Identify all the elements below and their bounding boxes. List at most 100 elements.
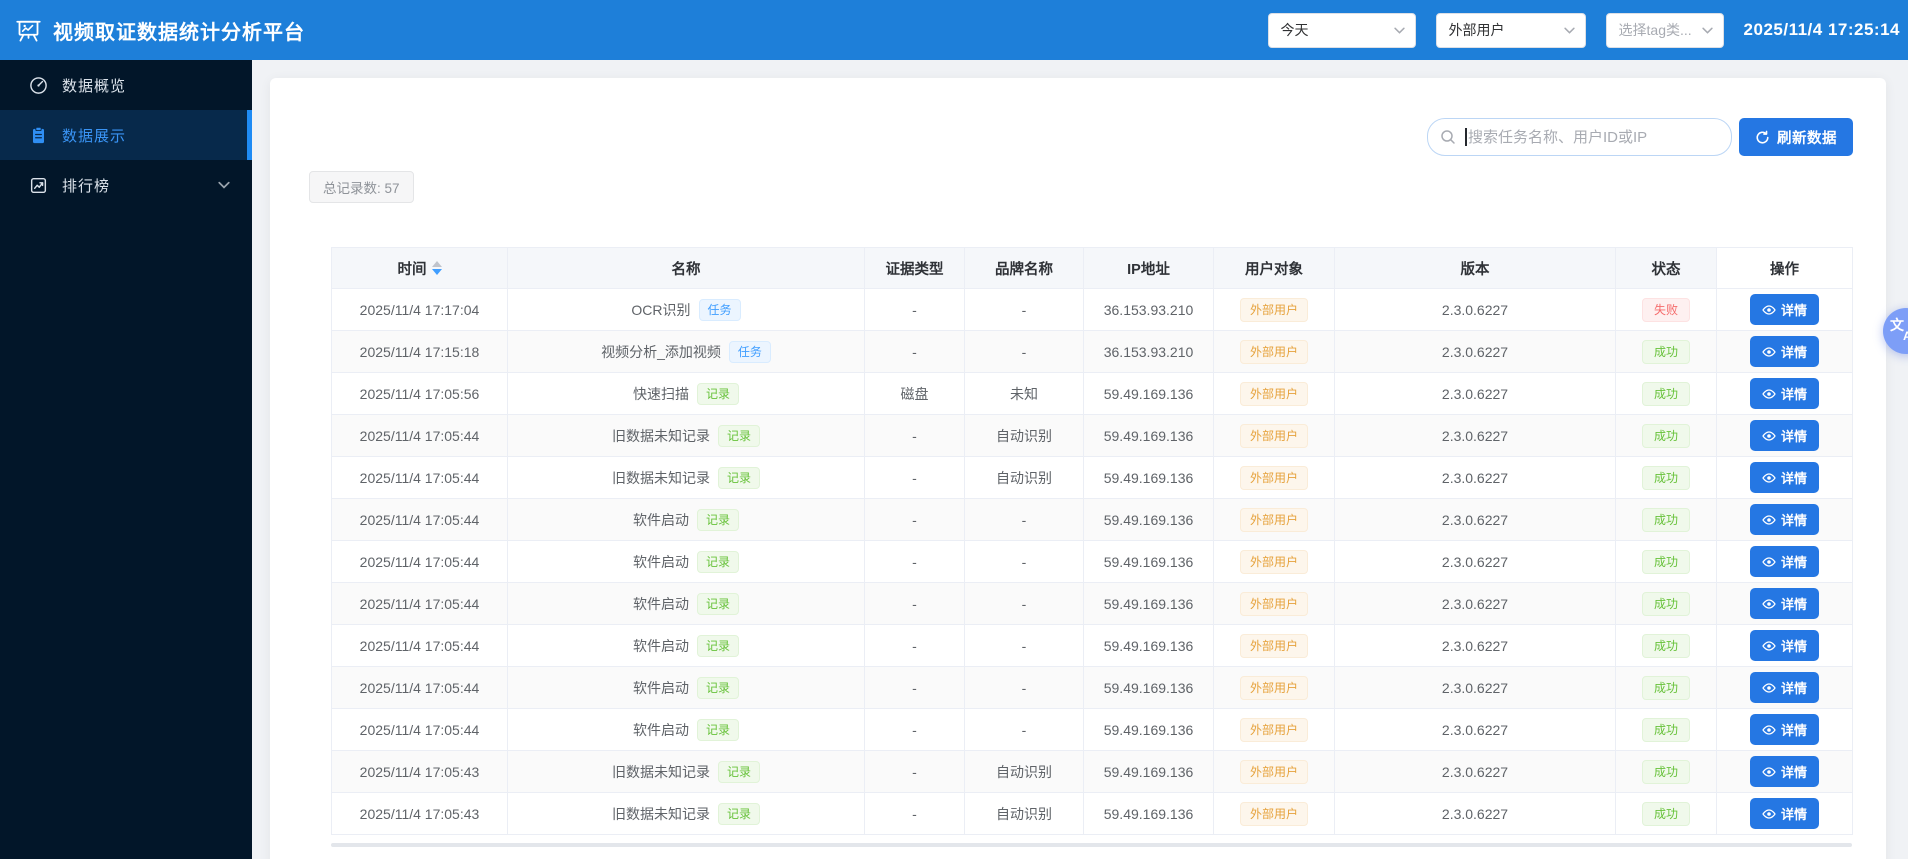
status-badge: 成功 <box>1641 381 1690 406</box>
tag-category-select[interactable]: 选择tag类... <box>1605 12 1724 48</box>
status-cell: 成功 <box>1615 582 1717 625</box>
user-type-tag: 外部用户 <box>1239 675 1308 700</box>
detail-button[interactable]: 详情 <box>1749 504 1819 535</box>
detail-button[interactable]: 详情 <box>1749 588 1819 619</box>
table-row: 2025/11/4 17:17:04 OCR识别 任务 - - 36.153.9… <box>331 288 1853 331</box>
eye-icon <box>1762 807 1776 821</box>
sort-carets-icon[interactable] <box>431 261 442 275</box>
detail-button[interactable]: 详情 <box>1749 798 1819 829</box>
horizontal-scrollbar[interactable] <box>331 843 1852 847</box>
time-cell: 2025/11/4 17:05:44 <box>331 666 508 709</box>
status-badge: 成功 <box>1641 465 1690 490</box>
record-name: 软件启动 <box>632 679 689 696</box>
time-cell: 2025/11/4 17:05:44 <box>331 708 508 751</box>
status-cell: 成功 <box>1615 330 1717 373</box>
time-cell: 2025/11/4 17:05:43 <box>331 750 508 793</box>
eye-icon <box>1762 681 1776 695</box>
status-cell: 成功 <box>1615 708 1717 751</box>
record-name: 软件启动 <box>632 637 689 654</box>
column-header-time[interactable]: 时间 <box>331 247 508 289</box>
action-cell: 详情 <box>1716 624 1853 667</box>
name-cell: 旧数据未知记录 记录 <box>507 414 865 457</box>
status-badge: 成功 <box>1641 507 1690 532</box>
status-badge: 成功 <box>1641 423 1690 448</box>
action-cell: 详情 <box>1716 414 1853 457</box>
record-type-tag: 记录 <box>696 676 739 699</box>
date-range-select[interactable]: 今天 <box>1267 12 1416 48</box>
action-cell: 详情 <box>1716 540 1853 583</box>
user-cell: 外部用户 <box>1213 498 1335 541</box>
record-name: 软件启动 <box>632 553 689 570</box>
name-cell: 软件启动 记录 <box>507 666 865 709</box>
evidence-type-cell: - <box>864 624 965 667</box>
magnifier-icon <box>1440 129 1456 145</box>
sidebar-item-data-overview[interactable]: 数据概览 <box>0 60 252 110</box>
refresh-button-label: 刷新数据 <box>1777 130 1837 147</box>
user-cell: 外部用户 <box>1213 330 1335 373</box>
column-header-status: 状态 <box>1615 247 1717 289</box>
user-type-tag: 外部用户 <box>1239 423 1308 448</box>
user-cell: 外部用户 <box>1213 288 1335 331</box>
sidebar-nav: 数据概览 数据展示 排行榜 <box>0 60 252 859</box>
ip-cell: 59.49.169.136 <box>1083 498 1214 541</box>
status-cell: 成功 <box>1615 456 1717 499</box>
column-header-ip: IP地址 <box>1083 247 1214 289</box>
status-badge: 失败 <box>1641 297 1690 322</box>
main-content: 刷新数据 总记录数: 57 时间 <box>252 60 1908 859</box>
current-timestamp: 2025/11/4 17:25:14 <box>1743 20 1900 39</box>
ip-cell: 59.49.169.136 <box>1083 666 1214 709</box>
name-cell: 软件启动 记录 <box>507 624 865 667</box>
column-header-evidence-type: 证据类型 <box>864 247 965 289</box>
detail-button[interactable]: 详情 <box>1749 714 1819 745</box>
user-type-tag: 外部用户 <box>1239 591 1308 616</box>
version-cell: 2.3.0.6227 <box>1334 456 1616 499</box>
topbar-controls: 今天 外部用户 选择tag类... 2025/11/4 17:25:14 <box>1267 12 1900 48</box>
table-row: 2025/11/4 17:05:44 软件启动 记录 - - 59.49.169… <box>331 540 1853 583</box>
version-cell: 2.3.0.6227 <box>1334 624 1616 667</box>
record-name: 旧数据未知记录 <box>611 805 710 822</box>
action-cell: 详情 <box>1716 330 1853 373</box>
detail-button[interactable]: 详情 <box>1749 672 1819 703</box>
name-cell: 软件启动 记录 <box>507 582 865 625</box>
detail-button[interactable]: 详情 <box>1749 294 1819 325</box>
user-type-select[interactable]: 外部用户 <box>1435 12 1586 48</box>
detail-button[interactable]: 详情 <box>1749 630 1819 661</box>
detail-button[interactable]: 详情 <box>1749 336 1819 367</box>
ip-cell: 36.153.93.210 <box>1083 330 1214 373</box>
ip-cell: 59.49.169.136 <box>1083 750 1214 793</box>
table-row: 2025/11/4 17:05:56 快速扫描 记录 磁盘 未知 59.49.1… <box>331 372 1853 415</box>
record-type-tag: 记录 <box>717 802 760 825</box>
eye-icon <box>1762 429 1776 443</box>
tag-category-placeholder: 选择tag类... <box>1618 22 1692 38</box>
detail-button[interactable]: 详情 <box>1749 420 1819 451</box>
search-input[interactable] <box>1427 118 1732 156</box>
eye-icon <box>1762 513 1776 527</box>
user-cell: 外部用户 <box>1213 582 1335 625</box>
detail-button[interactable]: 详情 <box>1749 756 1819 787</box>
record-name: 快速扫描 <box>632 385 689 402</box>
brand-cell: 自动识别 <box>964 792 1084 835</box>
action-cell: 详情 <box>1716 498 1853 541</box>
status-cell: 成功 <box>1615 414 1717 457</box>
detail-button[interactable]: 详情 <box>1749 546 1819 577</box>
detail-button[interactable]: 详情 <box>1749 462 1819 493</box>
action-cell: 详情 <box>1716 456 1853 499</box>
table-toolbar: 刷新数据 <box>1427 118 1853 156</box>
record-type-tag: 任务 <box>728 340 771 363</box>
evidence-type-cell: - <box>864 330 965 373</box>
detail-button[interactable]: 详情 <box>1749 378 1819 409</box>
sidebar-item-ranking[interactable]: 排行榜 <box>0 160 252 210</box>
sidebar-item-data-display[interactable]: 数据展示 <box>0 110 252 160</box>
gauge-icon <box>29 76 48 95</box>
table-row: 2025/11/4 17:05:43 旧数据未知记录 记录 - 自动识别 59.… <box>331 750 1853 793</box>
refresh-data-button[interactable]: 刷新数据 <box>1739 118 1853 156</box>
user-cell: 外部用户 <box>1213 540 1335 583</box>
name-cell: 软件启动 记录 <box>507 708 865 751</box>
user-type-tag: 外部用户 <box>1239 759 1308 784</box>
record-type-tag: 记录 <box>696 508 739 531</box>
name-cell: OCR识别 任务 <box>507 288 865 331</box>
status-badge: 成功 <box>1641 675 1690 700</box>
record-type-tag: 记录 <box>717 424 760 447</box>
user-type-tag: 外部用户 <box>1239 465 1308 490</box>
translate-icon: 文 <box>1890 317 1904 333</box>
